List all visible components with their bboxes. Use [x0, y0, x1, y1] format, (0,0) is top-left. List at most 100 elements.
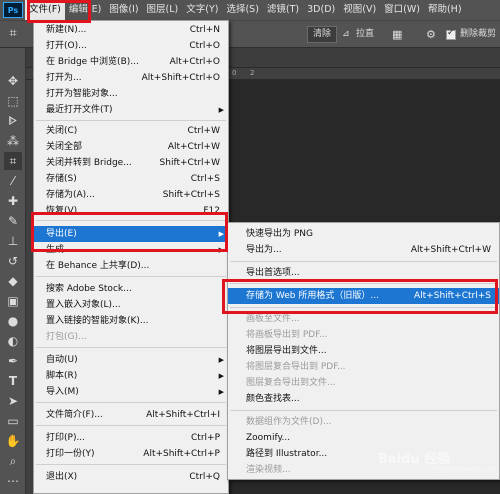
grid-overlay-icon[interactable]: ▦ — [392, 26, 402, 43]
history-brush-tool-icon[interactable]: ↺ — [4, 252, 22, 270]
crop-tool-icon[interactable]: ⌗ — [4, 152, 22, 170]
menu-item-label: 打开为... — [46, 73, 82, 83]
path-selection-tool-icon[interactable]: ➤ — [4, 392, 22, 410]
menu-item-open-recent[interactable]: 最近打开文件(T) ▶ — [34, 102, 228, 118]
menu-separator — [36, 402, 226, 403]
gradient-tool-icon[interactable]: ▣ — [4, 292, 22, 310]
menu-item-shortcut: Ctrl+P — [191, 433, 220, 443]
menu-item-scripts[interactable]: 脚本(R) ▶ — [34, 368, 228, 384]
menu-item-export-as[interactable]: 导出为... Alt+Shift+Ctrl+W — [228, 242, 499, 258]
brush-tool-icon[interactable]: ✎ — [4, 212, 22, 230]
submenu-arrow-icon: ▶ — [218, 356, 224, 364]
menu-item-label: 将图层导出到文件... — [246, 346, 327, 356]
rectangle-tool-icon[interactable]: ▭ — [4, 412, 22, 430]
menu-item-search-stock[interactable]: 搜索 Adobe Stock... — [34, 281, 228, 297]
menu-item-place-embedded[interactable]: 置入嵌入对象(L)... — [34, 297, 228, 313]
menu-3d[interactable]: 3D(D) — [303, 0, 339, 20]
menu-item-shortcut: Alt+Shift+Ctrl+P — [143, 449, 220, 459]
menu-separator — [36, 464, 226, 465]
eraser-tool-icon[interactable]: ◆ — [4, 272, 22, 290]
menu-item-exit[interactable]: 退出(X) Ctrl+Q — [34, 469, 228, 485]
lasso-tool-icon[interactable]: ᐈ — [4, 112, 22, 130]
menu-item-label: 退出(X) — [46, 472, 78, 482]
magic-wand-tool-icon[interactable]: ⁂ — [4, 132, 22, 150]
menu-item-label: 打开为智能对象... — [46, 89, 118, 99]
menu-image[interactable]: 图像(I) — [105, 0, 142, 20]
submenu-arrow-icon: ▶ — [218, 372, 224, 380]
menu-item-save[interactable]: 存储(S) Ctrl+S — [34, 171, 228, 187]
menu-item-place-linked[interactable]: 置入链接的智能对象(K)... — [34, 313, 228, 329]
menu-item-open-as[interactable]: 打开为... Alt+Shift+Ctrl+O — [34, 70, 228, 86]
menu-item-open[interactable]: 打开(O)... Ctrl+O — [34, 38, 228, 54]
menu-item-layer-comps-to-files: 图层复合导出到文件... — [228, 375, 499, 391]
menu-item-shortcut: Shift+Ctrl+S — [162, 190, 220, 200]
export-submenu: 快速导出为 PNG 导出为... Alt+Shift+Ctrl+W 导出首选项..… — [227, 222, 500, 480]
menu-item-label: 置入链接的智能对象(K)... — [46, 316, 149, 326]
crop-tool-preset-icon[interactable]: ⌗ — [4, 25, 22, 43]
menu-item-layers-to-files[interactable]: 将图层导出到文件... — [228, 343, 499, 359]
menu-window[interactable]: 窗口(W) — [380, 0, 424, 20]
menu-item-shortcut: Alt+Ctrl+W — [167, 142, 220, 152]
menu-item-color-lookup-tables[interactable]: 颜色查找表... — [228, 391, 499, 407]
pen-tool-icon[interactable]: ✒ — [4, 352, 22, 370]
menu-item-close-all[interactable]: 关闭全部 Alt+Ctrl+W — [34, 139, 228, 155]
watermark-sub: jingyan.baidu.com — [432, 465, 497, 473]
menu-item-open-smart-object[interactable]: 打开为智能对象... — [34, 86, 228, 102]
menu-item-print[interactable]: 打印(P)... Ctrl+P — [34, 430, 228, 446]
menu-item-automate[interactable]: 自动(U) ▶ — [34, 352, 228, 368]
straighten-icon[interactable]: ⊿ — [342, 26, 350, 43]
ruler-tick-0: 0 — [232, 69, 237, 77]
clear-button[interactable]: 清除 — [307, 26, 338, 43]
menu-item-label: 脚本(R) — [46, 371, 78, 381]
menu-select[interactable]: 选择(S) — [222, 0, 262, 20]
eyedropper-tool-icon[interactable]: ⁄ — [4, 172, 22, 190]
menu-item-browse-bridge[interactable]: 在 Bridge 中浏览(B)... Alt+Ctrl+O — [34, 54, 228, 70]
menu-item-import[interactable]: 导入(M) ▶ — [34, 384, 228, 400]
move-tool-icon[interactable]: ✥ — [4, 72, 22, 90]
menu-item-zoomify[interactable]: Zoomify... — [228, 430, 499, 446]
menu-item-label: 搜索 Adobe Stock... — [46, 284, 132, 294]
settings-gear-icon[interactable]: ⚙ — [426, 26, 436, 43]
menu-item-shortcut: Ctrl+S — [190, 174, 220, 184]
more-tools-icon[interactable]: ⋯ — [4, 472, 22, 490]
menu-separator — [36, 276, 226, 277]
blur-tool-icon[interactable]: ● — [4, 312, 22, 330]
menu-item-file-info[interactable]: 文件简介(F)... Alt+Shift+Ctrl+I — [34, 407, 228, 423]
menu-help[interactable]: 帮助(H) — [424, 0, 466, 20]
photoshop-app-icon[interactable]: Ps — [3, 2, 23, 18]
menu-filter[interactable]: 滤镜(T) — [263, 0, 303, 20]
menu-item-close[interactable]: 关闭(C) Ctrl+W — [34, 123, 228, 139]
healing-brush-tool-icon[interactable]: ✚ — [4, 192, 22, 210]
zoom-tool-icon[interactable]: ⌕ — [4, 452, 22, 470]
menu-item-close-go-bridge[interactable]: 关闭并转到 Bridge... Shift+Ctrl+W — [34, 155, 228, 171]
menu-type[interactable]: 文字(Y) — [182, 0, 222, 20]
type-tool-icon[interactable]: T — [4, 372, 22, 390]
menu-view[interactable]: 视图(V) — [339, 0, 380, 20]
menu-item-shortcut: Alt+Shift+Ctrl+I — [146, 410, 220, 420]
menu-layer[interactable]: 图层(L) — [143, 0, 183, 20]
menu-item-shortcut: Alt+Shift+Ctrl+W — [410, 245, 491, 255]
menu-item-label: 打开(O)... — [46, 41, 87, 51]
annotation-box-file-menu — [27, 0, 91, 23]
menu-item-new[interactable]: 新建(N)... Ctrl+N — [34, 22, 228, 38]
menu-item-label: 图层复合导出到文件... — [246, 378, 336, 388]
hand-tool-icon[interactable]: ✋ — [4, 432, 22, 450]
menu-item-label: 存储为(A)... — [46, 190, 95, 200]
menu-item-quick-export-png[interactable]: 快速导出为 PNG — [228, 226, 499, 242]
menu-item-label: 画板至文件... — [246, 314, 300, 324]
menu-separator — [36, 120, 226, 121]
straighten-label[interactable]: 拉直 — [356, 26, 374, 43]
menu-item-label: 打印一份(Y) — [46, 449, 95, 459]
menu-item-print-one-copy[interactable]: 打印一份(Y) Alt+Shift+Ctrl+P — [34, 446, 228, 462]
dodge-tool-icon[interactable]: ◐ — [4, 332, 22, 350]
delete-cropped-checkbox[interactable] — [446, 28, 456, 40]
menu-item-label: 导出为... — [246, 245, 282, 255]
menu-item-label: 关闭(C) — [46, 126, 78, 136]
clone-stamp-tool-icon[interactable]: ⊥ — [4, 232, 22, 250]
menu-item-save-as[interactable]: 存储为(A)... Shift+Ctrl+S — [34, 187, 228, 203]
menu-item-label: 在 Bridge 中浏览(B)... — [46, 57, 139, 67]
marquee-tool-icon[interactable]: ⬚ — [4, 92, 22, 110]
menu-item-shortcut: Alt+Ctrl+O — [169, 57, 220, 67]
menu-item-share-behance[interactable]: 在 Behance 上共享(D)... — [34, 258, 228, 274]
menu-item-label: 存储(S) — [46, 174, 77, 184]
